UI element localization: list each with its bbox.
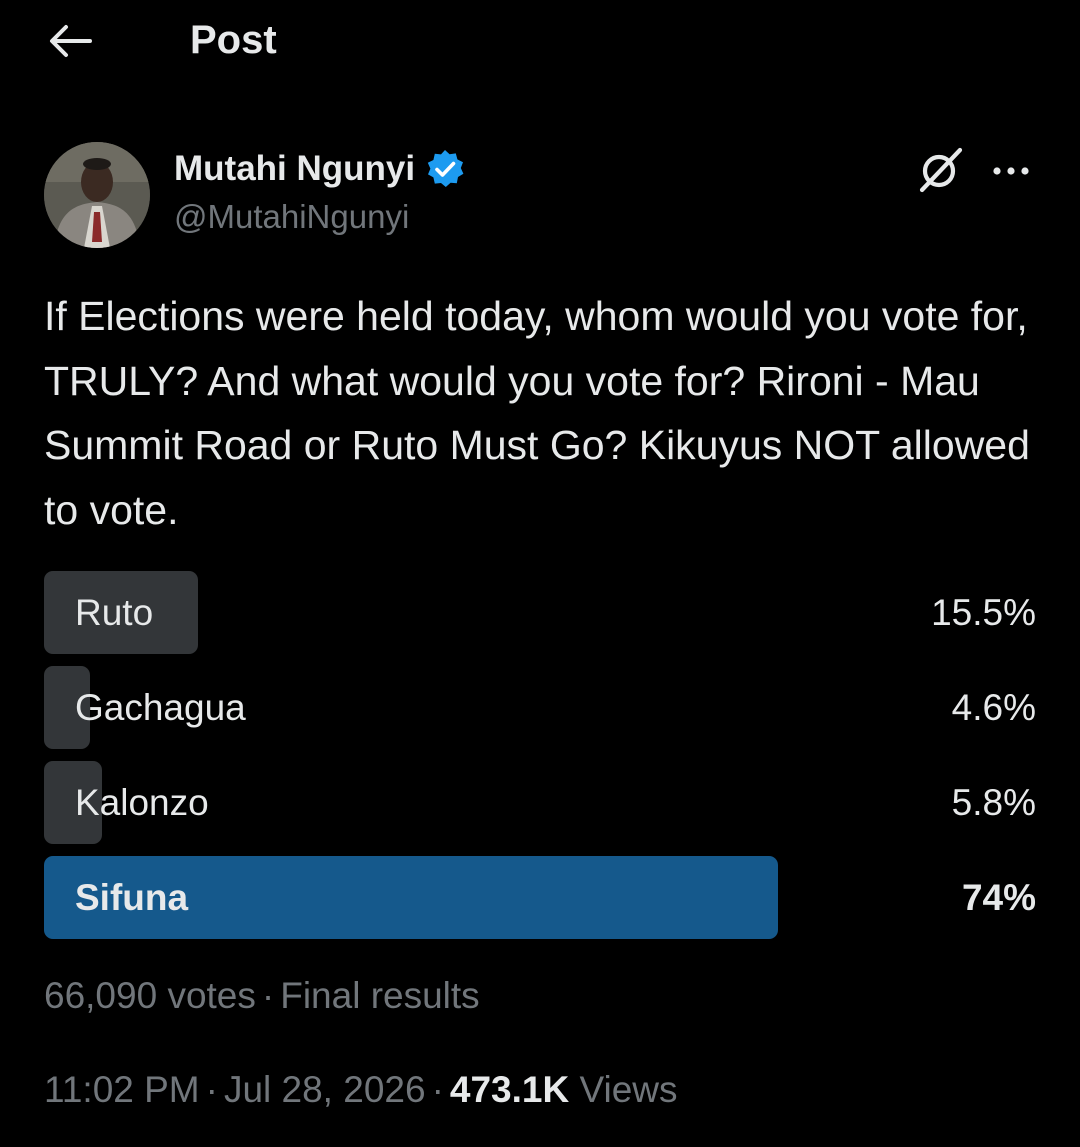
poll: Ruto 15.5% Gachagua 4.6% Kalonzo 5.8% Sifuna 74… bbox=[44, 571, 1036, 951]
post-text: If Elections were held today, whom would… bbox=[44, 293, 1042, 533]
post-author: Mutahi Ngunyi @MutahiNgunyi bbox=[44, 142, 1044, 252]
poll-option-label: Ruto bbox=[75, 592, 154, 633]
poll-option: Sifuna 74% bbox=[44, 856, 1036, 939]
poll-votes: 66,090 votes bbox=[44, 975, 256, 1016]
page-title: Post bbox=[190, 18, 277, 62]
poll-option: Gachagua 4.6% bbox=[44, 666, 1036, 749]
more-options-button[interactable] bbox=[988, 148, 1034, 194]
arrow-left-icon bbox=[50, 25, 92, 57]
poll-option-label: Kalonzo bbox=[75, 782, 209, 823]
back-button[interactable] bbox=[44, 18, 96, 64]
poll-option-percent: 4.6% bbox=[951, 687, 1036, 728]
avatar[interactable] bbox=[44, 142, 150, 248]
separator: · bbox=[431, 1069, 444, 1110]
post-metadata: 11:02 PM · Jul 28, 2026 · 473.1K Views bbox=[44, 1066, 678, 1114]
separator: · bbox=[261, 975, 275, 1016]
top-bar: Post bbox=[0, 0, 1080, 84]
poll-option-label: Gachagua bbox=[75, 687, 246, 728]
grok-button[interactable] bbox=[914, 144, 966, 196]
post-time[interactable]: 11:02 PM bbox=[44, 1069, 200, 1110]
display-name[interactable]: Mutahi Ngunyi bbox=[174, 149, 415, 189]
handle[interactable]: @MutahiNgunyi bbox=[174, 198, 409, 236]
poll-option-percent: 15.5% bbox=[931, 592, 1036, 633]
poll-summary: 66,090 votes · Final results bbox=[44, 972, 480, 1020]
poll-option-percent: 74% bbox=[961, 877, 1036, 918]
verified-badge-icon bbox=[425, 148, 467, 190]
poll-status: Final results bbox=[280, 975, 480, 1016]
poll-option-label: Sifuna bbox=[75, 877, 189, 918]
grok-icon bbox=[919, 147, 963, 193]
poll-option: Kalonzo 5.8% bbox=[44, 761, 1036, 844]
post-date[interactable]: Jul 28, 2026 bbox=[224, 1069, 426, 1110]
poll-option-percent: 5.8% bbox=[951, 782, 1036, 823]
name-row: Mutahi Ngunyi bbox=[174, 146, 467, 192]
poll-option: Ruto 15.5% bbox=[44, 571, 1036, 654]
more-horizontal-icon bbox=[993, 167, 1029, 175]
views-count[interactable]: 473.1K bbox=[450, 1069, 569, 1110]
avatar-image bbox=[44, 142, 150, 248]
separator: · bbox=[205, 1069, 218, 1110]
views-label: Views bbox=[579, 1069, 678, 1110]
